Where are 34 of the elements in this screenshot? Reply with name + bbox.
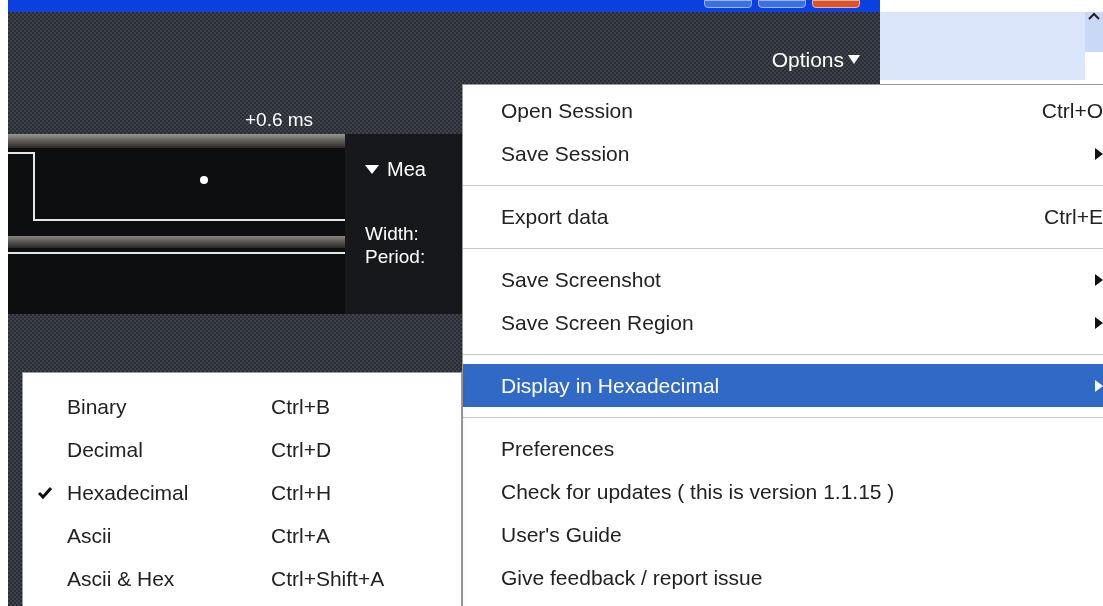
expand-arrow-icon[interactable] bbox=[365, 164, 379, 174]
shortcut-label: Ctrl+H bbox=[271, 479, 332, 506]
shortcut-label: Ctrl+A bbox=[271, 522, 330, 549]
options-button[interactable]: Options bbox=[771, 44, 860, 76]
menu-item[interactable]: Display in Hexadecimal bbox=[463, 364, 1103, 407]
maximize-button[interactable] bbox=[758, 0, 806, 8]
measurement-label: Period: bbox=[365, 245, 427, 268]
submenu-item[interactable]: Decimal Ctrl+D bbox=[23, 428, 461, 471]
menu-item[interactable]: User's Guide bbox=[463, 513, 1103, 556]
measurement-label: Width: bbox=[365, 222, 420, 245]
menu-item[interactable]: Save Session bbox=[463, 132, 1103, 175]
menu-item[interactable]: Export data Ctrl+E bbox=[463, 195, 1103, 238]
shortcut-label: Ctrl+O bbox=[1041, 97, 1103, 124]
shortcut-label: Ctrl+E bbox=[1044, 203, 1103, 230]
shortcut-label: Ctrl+Shift+A bbox=[271, 565, 385, 592]
scroll-up-button[interactable] bbox=[1085, 12, 1103, 52]
submenu-item[interactable]: Ascii & Hex Ctrl+Shift+A bbox=[23, 557, 461, 600]
section-header: Mea bbox=[387, 157, 426, 182]
shortcut-label: Ctrl+B bbox=[271, 393, 330, 420]
shortcut-label: Ctrl+D bbox=[271, 436, 332, 463]
submenu-item[interactable]: Binary Ctrl+B bbox=[23, 385, 461, 428]
caret-icon bbox=[848, 55, 860, 65]
menu-item[interactable]: Give feedback / report issue bbox=[463, 556, 1103, 599]
menu-item[interactable]: Save Screenshot bbox=[463, 258, 1103, 301]
close-button[interactable] bbox=[812, 0, 860, 8]
cursor-dot-icon bbox=[200, 176, 208, 184]
menu-item[interactable]: Save Screen Region bbox=[463, 301, 1103, 344]
submenu-item[interactable]: Ascii Ctrl+A bbox=[23, 514, 461, 557]
menu-item[interactable]: Preferences bbox=[463, 427, 1103, 470]
minimize-button[interactable] bbox=[704, 0, 752, 8]
submenu-item[interactable]: Hexadecimal Ctrl+H bbox=[23, 471, 461, 514]
time-marker: +0.6 ms bbox=[245, 107, 314, 132]
menu-item[interactable]: Open Session Ctrl+O bbox=[463, 89, 1103, 132]
menu-item[interactable]: Check for updates ( this is version 1.1.15 ) bbox=[463, 470, 1103, 513]
